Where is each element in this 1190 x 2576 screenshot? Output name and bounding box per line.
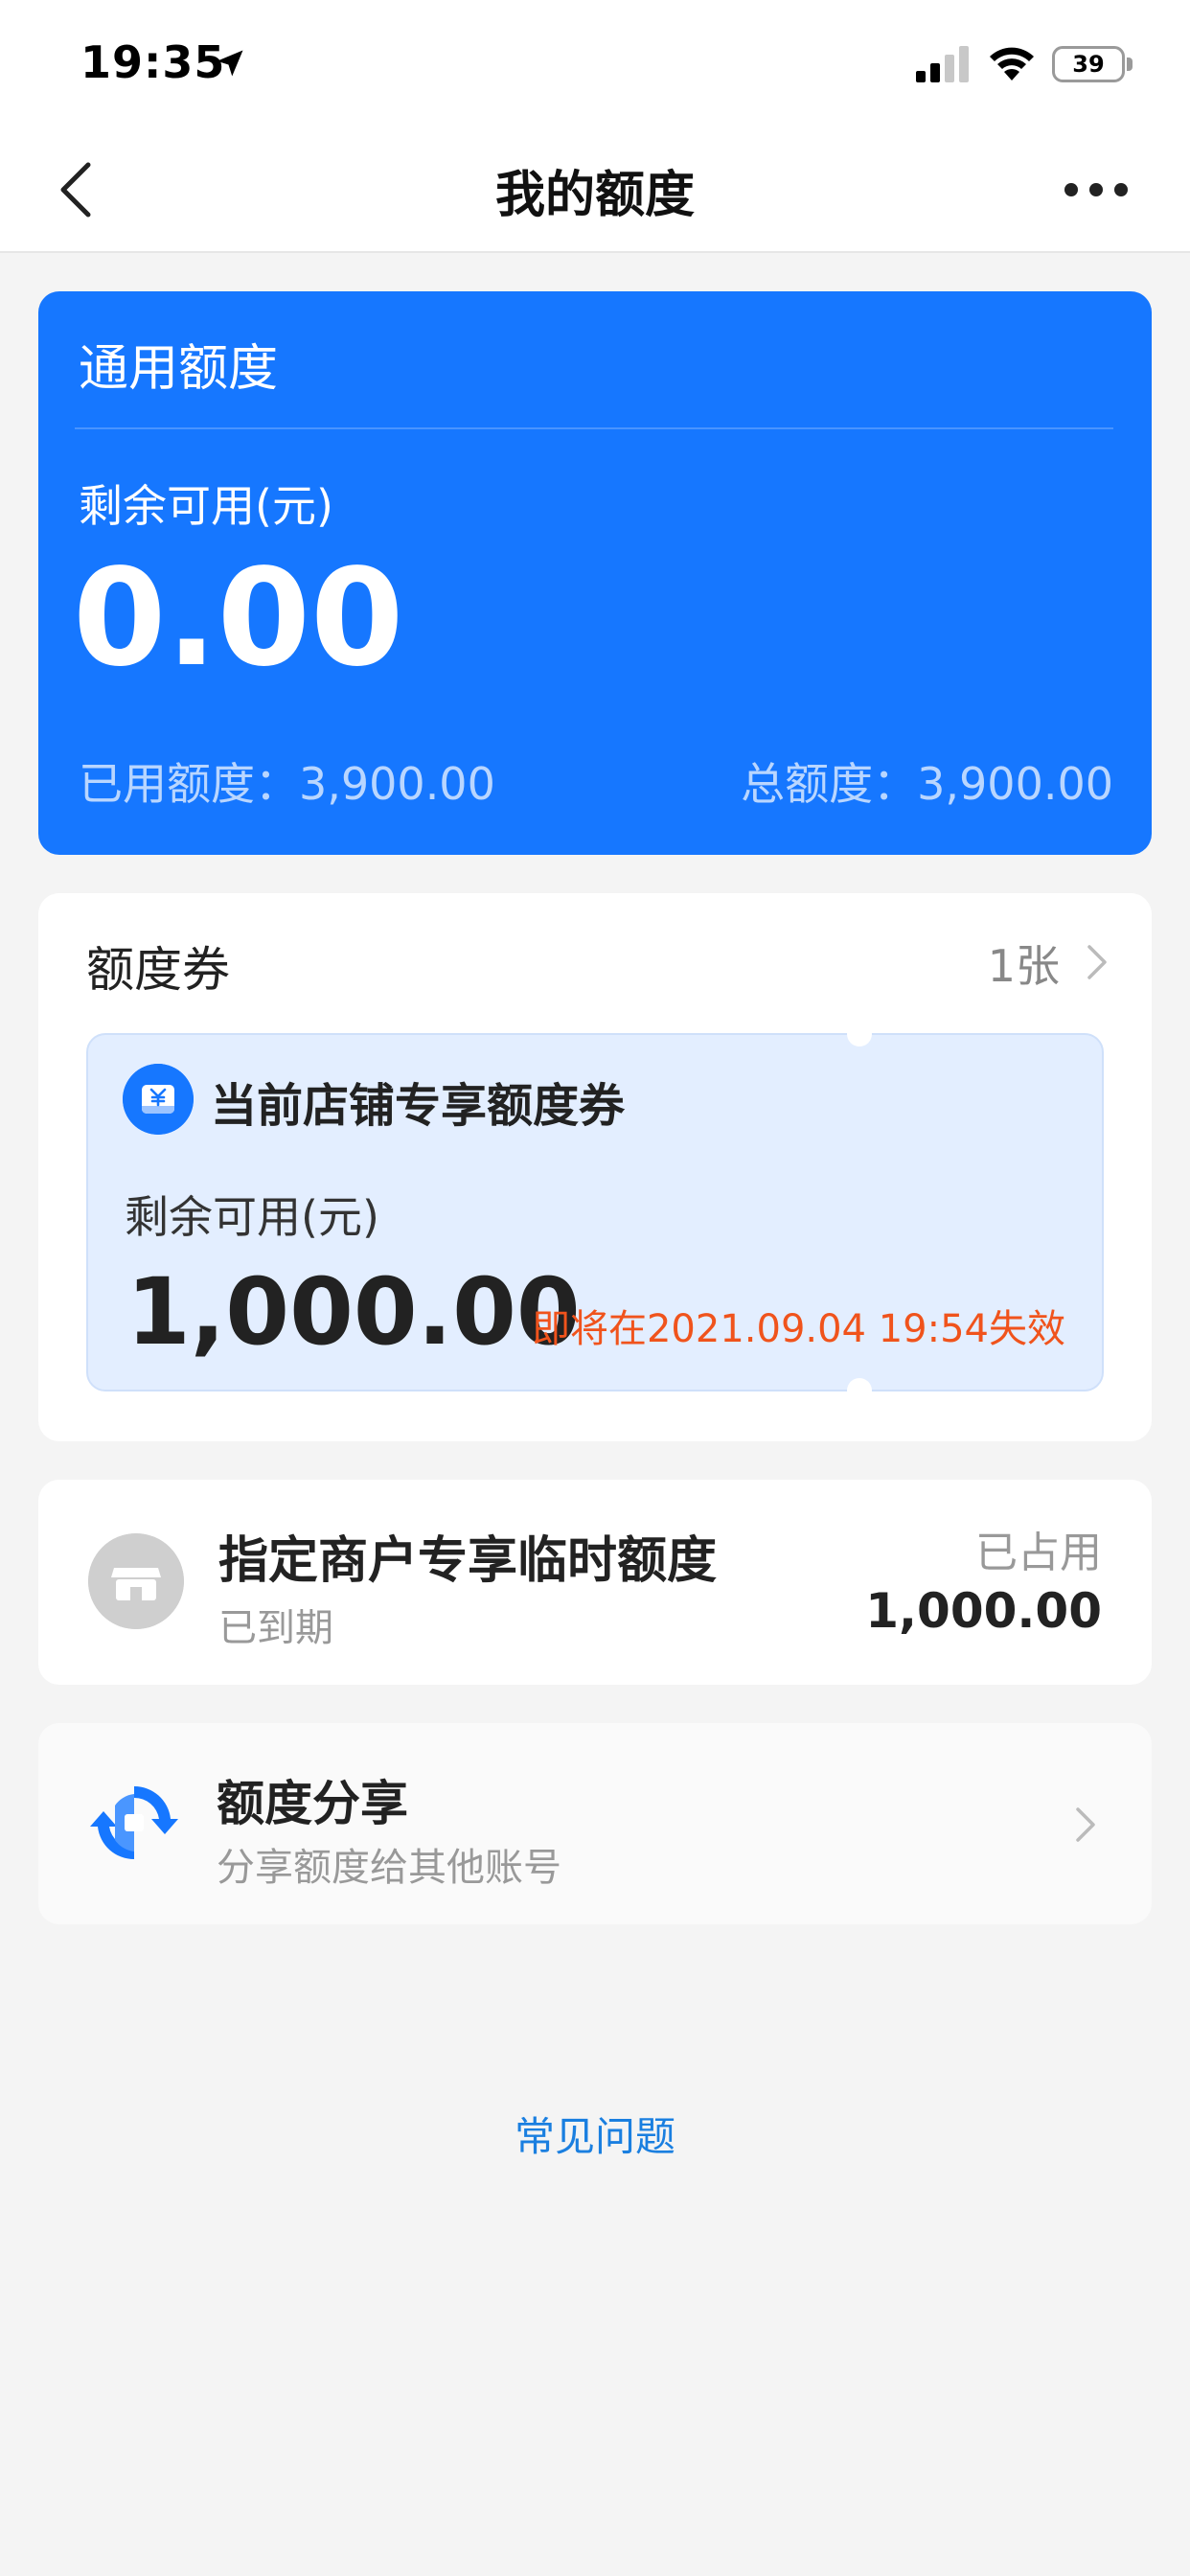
coupon-section: 额度券 1张 当前店铺专享额度券 剩余可用(元) 1,000.00 即将在202… bbox=[38, 893, 1152, 1441]
total-quota: 总额度：3,900.00 bbox=[741, 758, 1113, 810]
quota-share-card[interactable]: 额度分享 分享额度给其他账号 bbox=[38, 1723, 1152, 1924]
coupon-count[interactable]: 1张 bbox=[988, 932, 1060, 995]
coupon-notch bbox=[847, 1022, 872, 1046]
chevron-right-icon[interactable] bbox=[1085, 943, 1110, 981]
card-divider bbox=[75, 427, 1113, 429]
status-time: 19:35 bbox=[80, 36, 226, 88]
merchant-quota-title: 指定商户专享临时额度 bbox=[218, 1532, 718, 1590]
faq-link[interactable]: 常见问题 bbox=[0, 2104, 1190, 2163]
merchant-temp-quota-card[interactable]: 指定商户专享临时额度 已到期 已占用 1,000.00 bbox=[38, 1480, 1152, 1685]
more-dots-icon[interactable] bbox=[1062, 172, 1131, 207]
nav-bar: 我的额度 bbox=[0, 126, 1190, 253]
general-quota-title: 通用额度 bbox=[79, 340, 279, 398]
used-quota: 已用额度：3,900.00 bbox=[79, 758, 495, 810]
coupon-available-label: 剩余可用(元) bbox=[125, 1191, 379, 1243]
chevron-left-icon[interactable] bbox=[54, 159, 100, 220]
share-subtitle: 分享额度给其他账号 bbox=[217, 1846, 561, 1890]
signal-icon bbox=[916, 46, 969, 82]
chevron-right-icon[interactable] bbox=[1073, 1806, 1098, 1844]
coupon-expire-text: 即将在2021.09.04 19:54失效 bbox=[531, 1307, 1065, 1351]
status-bar: 19:35 39 bbox=[0, 0, 1190, 126]
available-label: 剩余可用(元) bbox=[79, 480, 333, 532]
coupon-section-title: 额度券 bbox=[86, 942, 230, 998]
occupied-label: 已占用 bbox=[975, 1529, 1102, 1577]
store-icon bbox=[88, 1533, 184, 1629]
share-exchange-icon bbox=[90, 1785, 178, 1860]
available-amount: 0.00 bbox=[73, 540, 404, 697]
coupon-name: 当前店铺专享额度券 bbox=[211, 1079, 626, 1133]
share-title: 额度分享 bbox=[217, 1776, 408, 1831]
occupied-amount: 1,000.00 bbox=[865, 1583, 1102, 1639]
coupon-card[interactable]: 当前店铺专享额度券 剩余可用(元) 1,000.00 即将在2021.09.04… bbox=[86, 1022, 1104, 1403]
coupon-notch bbox=[847, 1378, 872, 1403]
battery-level: 39 bbox=[1072, 51, 1105, 78]
battery-cap bbox=[1127, 58, 1133, 71]
location-arrow-icon bbox=[217, 50, 243, 77]
general-quota-card: 通用额度 剩余可用(元) 0.00 已用额度：3,900.00 总额度：3,90… bbox=[38, 291, 1152, 855]
page-title: 我的额度 bbox=[494, 166, 695, 224]
merchant-quota-status: 已到期 bbox=[218, 1606, 333, 1650]
wifi-icon bbox=[990, 47, 1034, 80]
battery-icon: 39 bbox=[1052, 46, 1125, 82]
yuan-coupon-icon bbox=[123, 1064, 194, 1135]
coupon-amount: 1,000.00 bbox=[126, 1258, 581, 1366]
